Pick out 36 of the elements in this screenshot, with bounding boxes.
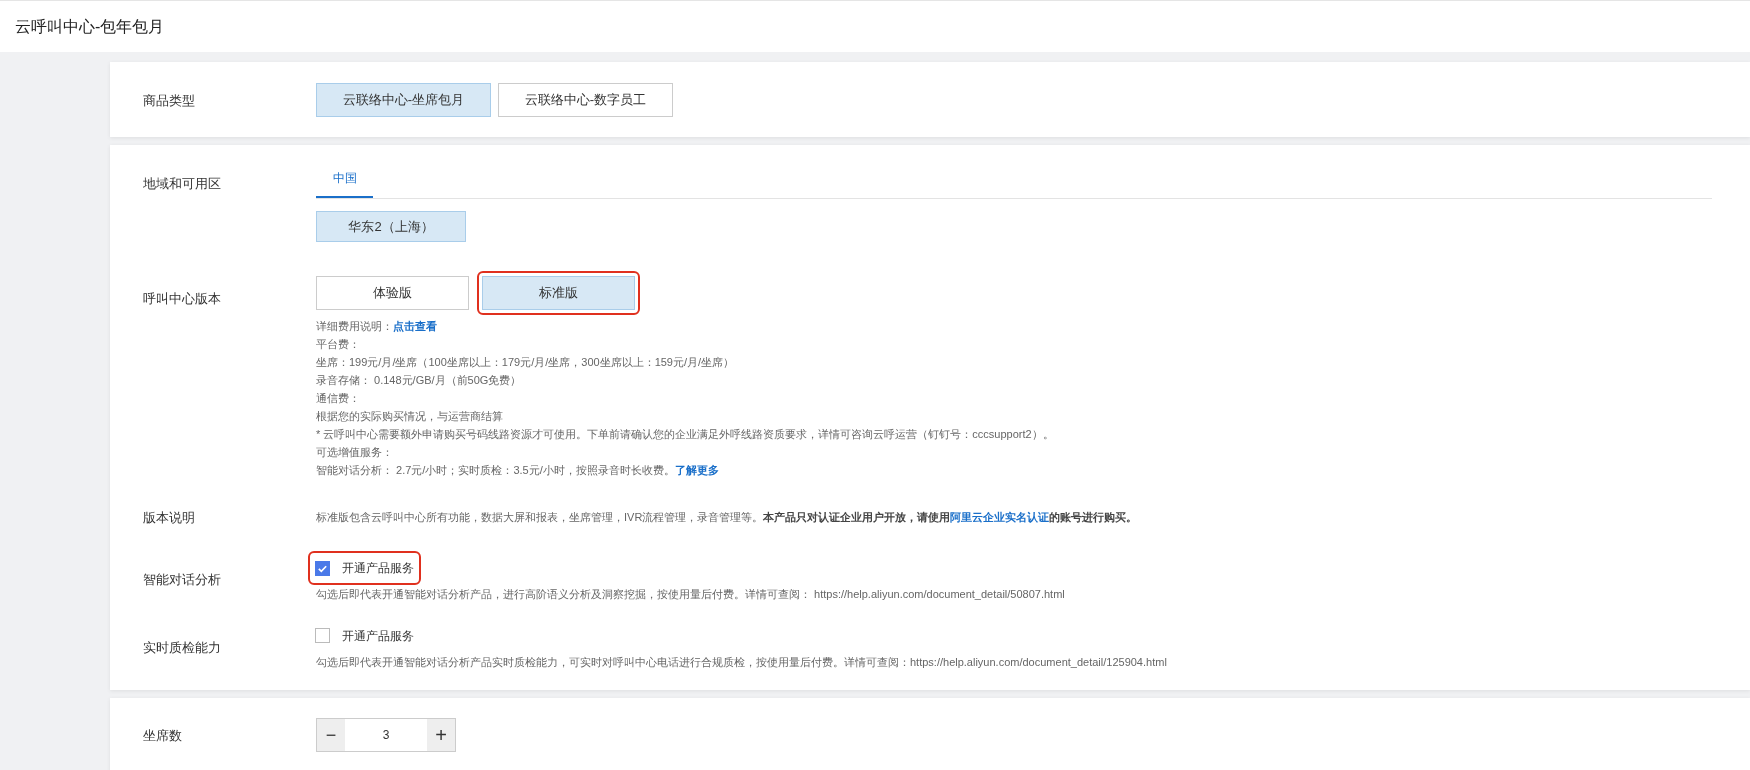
field-label: 实时质检能力 — [143, 639, 221, 655]
pricing-text: 智能对话分析： 2.7元/小时；实时质检：3.5元/小时，按照录音时长收费。了解更多 — [316, 463, 720, 478]
option-button[interactable]: 云联络中心-数字员工 — [498, 82, 673, 117]
checkbox-label[interactable]: 开通产品服务 — [342, 626, 414, 645]
field-label: 坐席数 — [143, 728, 182, 743]
option-button[interactable]: 华东2（上海） — [316, 211, 466, 242]
checkbox-label[interactable]: 开通产品服务 — [342, 559, 414, 577]
checkbox[interactable] — [315, 628, 330, 643]
option-button[interactable]: 云联络中心-坐席包月 — [316, 82, 491, 117]
field-label: 商品类型 — [143, 92, 195, 108]
option-button[interactable]: 体验版 — [316, 276, 469, 310]
field-label: 智能对话分析 — [143, 572, 221, 587]
field-label: 呼叫中心版本 — [143, 291, 221, 306]
pricing-text: 根据您的实际购买情况，与运营商结算 — [316, 409, 504, 424]
field-label: 地域和可用区 — [143, 176, 221, 191]
pricing-text: 可选增值服务： — [316, 445, 394, 460]
hint-text: 勾选后即代表开通智能对话分析产品实时质检能力，可实时对呼叫中心电话进行合规质检，按使用量后付费。详情可查阅：https://help.aliyun.com/document_detail/125904.html — [316, 654, 1167, 670]
checkbox[interactable] — [315, 560, 330, 576]
minus-button[interactable]: − — [317, 719, 345, 751]
pricing-text: * 云呼叫中心需要额外申请购买号码线路资源才可使用。下单前请确认您的企业满足外呼线路资质要求，详情可咨询云呼运营（钉钉号：cccsupport2）。 — [316, 427, 1055, 442]
seat-stepper[interactable]: − 3 + — [316, 718, 456, 752]
region-tab[interactable]: 中国 — [316, 159, 373, 198]
link[interactable]: 阿里云企业实名认证 — [950, 510, 1050, 523]
pricing-text: 坐席：199元/月/坐席（100坐席以上：179元/月/坐席，300坐席以上：159元/月/坐席） — [316, 355, 736, 370]
link[interactable]: 点击查看 — [393, 320, 437, 332]
hint-text: 勾选后即代表开通智能对话分析产品，进行高阶语义分析及洞察挖掘，按使用量后付费。详情可查阅： https://help.aliyun.com/document_detail/50807.html — [316, 587, 1065, 602]
page-title: 云呼叫中心-包年包月 — [15, 16, 165, 37]
edition-description: 标准版包含云呼叫中心所有功能，数据大屏和报表，坐席管理，IVR流程管理，录音管理等。本产品只对认证企业用户开放，请使用阿里云企业实名认证的账号进行购买。 — [316, 509, 1139, 525]
link[interactable]: 了解更多 — [674, 464, 719, 476]
field-label: 版本说明 — [143, 510, 195, 525]
pricing-text: 录音存储： 0.148元/GB/月（前50G免费） — [316, 373, 523, 388]
option-button[interactable]: 标准版 — [482, 276, 635, 310]
pricing-text: 平台费： — [316, 337, 361, 352]
pricing-text: 通信费： — [316, 391, 361, 406]
pricing-text: 详细费用说明：点击查看 — [316, 319, 438, 334]
plus-button[interactable]: + — [427, 719, 455, 751]
